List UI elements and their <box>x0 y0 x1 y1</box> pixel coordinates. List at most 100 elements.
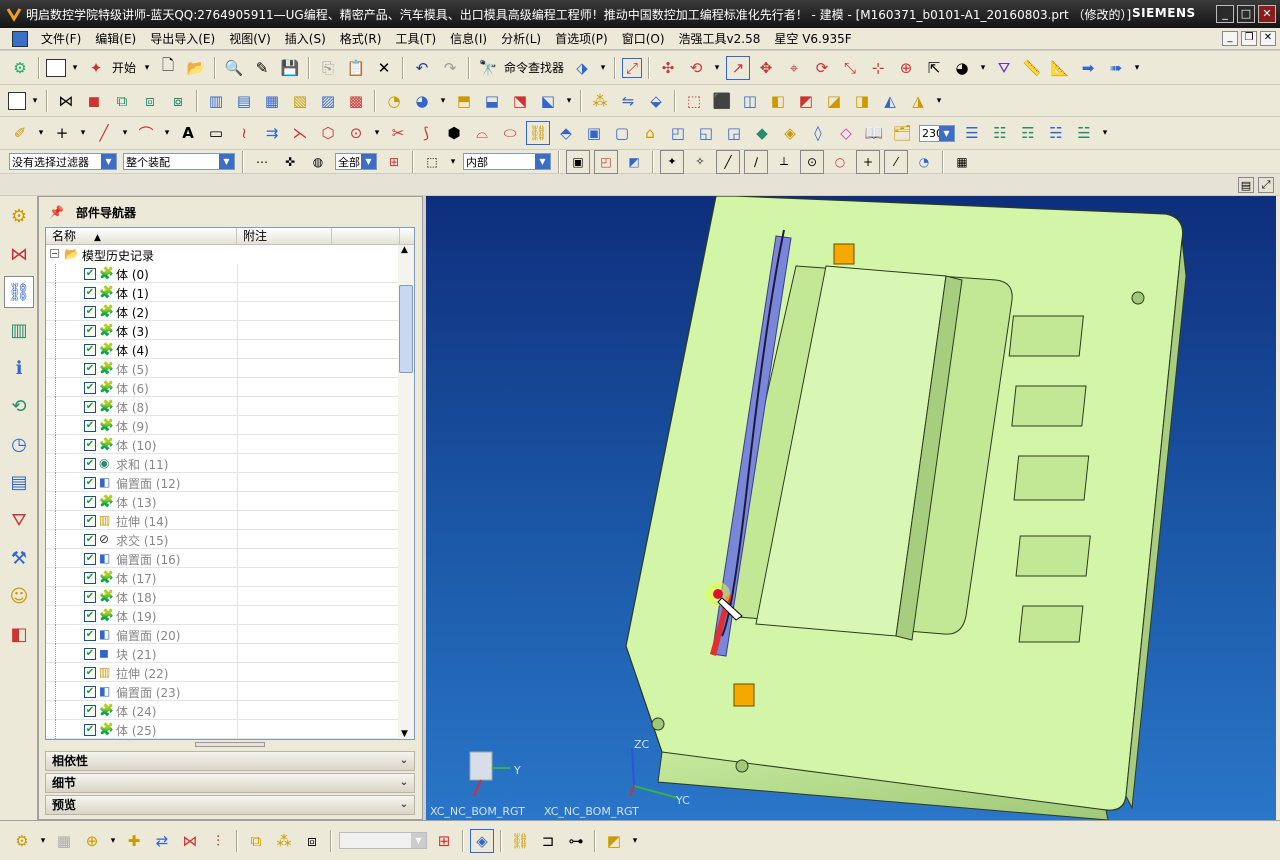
replace-component-icon[interactable]: ⇄ <box>150 829 174 853</box>
tree-row[interactable]: ✔ ▥ 拉伸 (14) <box>46 511 398 530</box>
through-mesh-icon[interactable]: ◰ <box>666 121 690 145</box>
nx-icon[interactable]: ⚙ <box>8 56 32 80</box>
wcs-dynamic-icon[interactable]: ✥ <box>754 56 778 80</box>
datum-icon[interactable]: ⋈ <box>54 89 78 113</box>
select-icon[interactable]: ⬗ <box>570 56 594 80</box>
scope-select[interactable]: 全部 ▼ <box>335 153 377 170</box>
tree-row[interactable]: ✔ 🧩 体 (0) <box>46 264 398 283</box>
analysis-icon[interactable]: ⛛ <box>992 56 1016 80</box>
draft-icon[interactable]: ⬓ <box>480 89 504 113</box>
dropdown-arrow-icon[interactable]: ▾ <box>598 56 608 80</box>
inner-select[interactable]: 内部 ▼ <box>463 153 551 170</box>
menu-analysis[interactable]: 分析(L) <box>494 30 548 47</box>
part-model[interactable] <box>426 196 1276 820</box>
tree-row[interactable]: ✔ ◉ 求和 (11) <box>46 454 398 473</box>
visibility-checkbox[interactable]: ✔ <box>84 572 96 584</box>
part-navigator-tab[interactable]: ⛓ <box>4 276 34 308</box>
dropdown-arrow-icon[interactable]: ▾ <box>1100 121 1110 145</box>
collapse-icon[interactable]: − <box>50 249 59 258</box>
constraint-navigator-tab[interactable]: ⋈ <box>4 238 34 270</box>
tree-row[interactable]: ✔ ◼ 块 (21) <box>46 644 398 663</box>
snap-quadrant-icon[interactable]: ○ <box>828 150 852 174</box>
wcs-absolute-icon[interactable]: ⊹ <box>866 56 890 80</box>
visibility-checkbox[interactable]: ✔ <box>84 325 96 337</box>
tree-row[interactable]: ✔ 🧩 体 (6) <box>46 378 398 397</box>
snap-line2-icon[interactable]: ∕ <box>744 149 768 174</box>
dependencies-panel[interactable]: 相依性 ⌄ <box>45 751 415 771</box>
explode-icon[interactable]: ⧉ <box>244 829 268 853</box>
menu-view[interactable]: 视图(V) <box>222 30 278 47</box>
menu-xingkong[interactable]: 星空 V6.935F <box>767 30 858 47</box>
snap-line-icon[interactable]: ╱ <box>716 149 740 174</box>
manufacturing-wizard-tab[interactable]: ⛛ <box>4 504 34 536</box>
solid-select-icon[interactable]: ▣ <box>566 149 590 174</box>
surface-icon[interactable]: ⬘ <box>554 121 578 145</box>
chevron-down-icon[interactable]: ⌄ <box>397 798 411 812</box>
ruled-icon[interactable]: ▣ <box>582 121 606 145</box>
pocket-icon[interactable]: ▦ <box>260 89 284 113</box>
selection-filter-select[interactable]: 没有选择过滤器 ▼ <box>9 153 117 170</box>
boss-icon[interactable]: ▤ <box>232 89 256 113</box>
arrangement-icon[interactable]: ⊞ <box>432 829 456 853</box>
n-sided-icon[interactable]: ◱ <box>694 121 718 145</box>
doc-restore-button[interactable]: ❐ <box>1241 31 1257 46</box>
snap-mid-icon[interactable]: ✧ <box>688 150 712 174</box>
patch-icon[interactable]: ◮ <box>906 89 930 113</box>
dropdown-arrow-icon[interactable]: ▾ <box>564 89 574 113</box>
start-icon[interactable]: ✦ <box>84 56 108 80</box>
slot-icon[interactable]: ▨ <box>316 89 340 113</box>
curve-offset-icon[interactable]: ≀ <box>232 121 256 145</box>
shell-icon[interactable]: ⬒ <box>452 89 476 113</box>
dropdown-arrow-icon[interactable]: ▾ <box>30 89 40 113</box>
delete-icon[interactable]: ✕ <box>372 56 396 80</box>
visibility-checkbox[interactable]: ✔ <box>84 477 96 489</box>
sew-icon[interactable]: ◭ <box>878 89 902 113</box>
command-finder-button[interactable]: 命令查找器 <box>504 59 564 76</box>
cue-settings-icon[interactable]: ▤ <box>1238 177 1254 193</box>
menu-window[interactable]: 窗口(O) <box>615 30 672 47</box>
visibility-checkbox[interactable]: ✔ <box>84 306 96 318</box>
doc-close-button[interactable]: ✕ <box>1260 31 1276 46</box>
history-tab[interactable]: ⟲ <box>4 390 34 422</box>
law-extension-icon[interactable]: ◇ <box>834 121 858 145</box>
hole-icon[interactable]: ▥ <box>204 89 228 113</box>
dropdown-arrow-icon[interactable]: ▾ <box>630 829 640 853</box>
find-icon[interactable]: 🔍 <box>222 56 246 80</box>
sequence-icon[interactable]: ⁂ <box>272 829 296 853</box>
copy-icon[interactable]: ⎘ <box>316 56 340 80</box>
face-select-icon[interactable]: ◰ <box>594 149 618 174</box>
dropdown-arrow-icon[interactable]: ▾ <box>142 56 152 80</box>
tree-row[interactable]: ✔ 🧩 体 (4) <box>46 340 398 359</box>
layer-filter-icon[interactable]: ⊞ <box>382 150 406 174</box>
visibility-checkbox[interactable]: ✔ <box>84 515 96 527</box>
visibility-checkbox[interactable]: ✔ <box>84 439 96 451</box>
palette-icon[interactable]: ◍ <box>306 150 330 174</box>
intersect-icon[interactable]: ⧇ <box>166 89 190 113</box>
bounded-plane-icon[interactable]: ◆ <box>750 121 774 145</box>
tree-row[interactable]: ✔ 🧩 体 (10) <box>46 435 398 454</box>
resize-blend-icon[interactable]: ◧ <box>766 89 790 113</box>
swept-icon[interactable]: ⌂ <box>638 121 662 145</box>
tree-row[interactable]: ✔ 🧩 体 (19) <box>46 606 398 625</box>
redo-icon[interactable]: ↷ <box>438 56 462 80</box>
menu-preferences[interactable]: 首选项(P) <box>548 30 615 47</box>
stack-icon[interactable]: ☰ <box>960 121 984 145</box>
unite-icon[interactable]: ⧉ <box>110 89 134 113</box>
chevron-down-icon[interactable]: ⌄ <box>397 776 411 790</box>
wcs-origin-icon[interactable]: ⌖ <box>782 56 806 80</box>
visibility-checkbox[interactable]: ✔ <box>84 591 96 603</box>
visibility-checkbox[interactable]: ✔ <box>84 458 96 470</box>
tree-row[interactable]: ✔ 🧩 体 (1) <box>46 283 398 302</box>
ellipse-icon[interactable]: ⬭ <box>498 121 522 145</box>
display-mode-icon[interactable] <box>46 58 66 77</box>
bridge-icon[interactable]: ⋋ <box>288 121 312 145</box>
wcs-rotate-icon[interactable]: ⟳ <box>810 56 834 80</box>
tree-root-row[interactable]: − 📂 模型历史记录 <box>46 245 398 264</box>
thicken-icon[interactable]: ◨ <box>850 89 874 113</box>
mate-icon[interactable]: ⫶ <box>206 829 230 853</box>
tree-row[interactable]: ✔ 🧩 体 (5) <box>46 359 398 378</box>
mirror-assembly-icon[interactable]: ⋈ <box>178 829 202 853</box>
preview-panel[interactable]: 预览 ⌄ <box>45 795 415 815</box>
visibility-checkbox[interactable]: ✔ <box>84 534 96 546</box>
feature-select-icon[interactable]: ◩ <box>622 150 646 174</box>
